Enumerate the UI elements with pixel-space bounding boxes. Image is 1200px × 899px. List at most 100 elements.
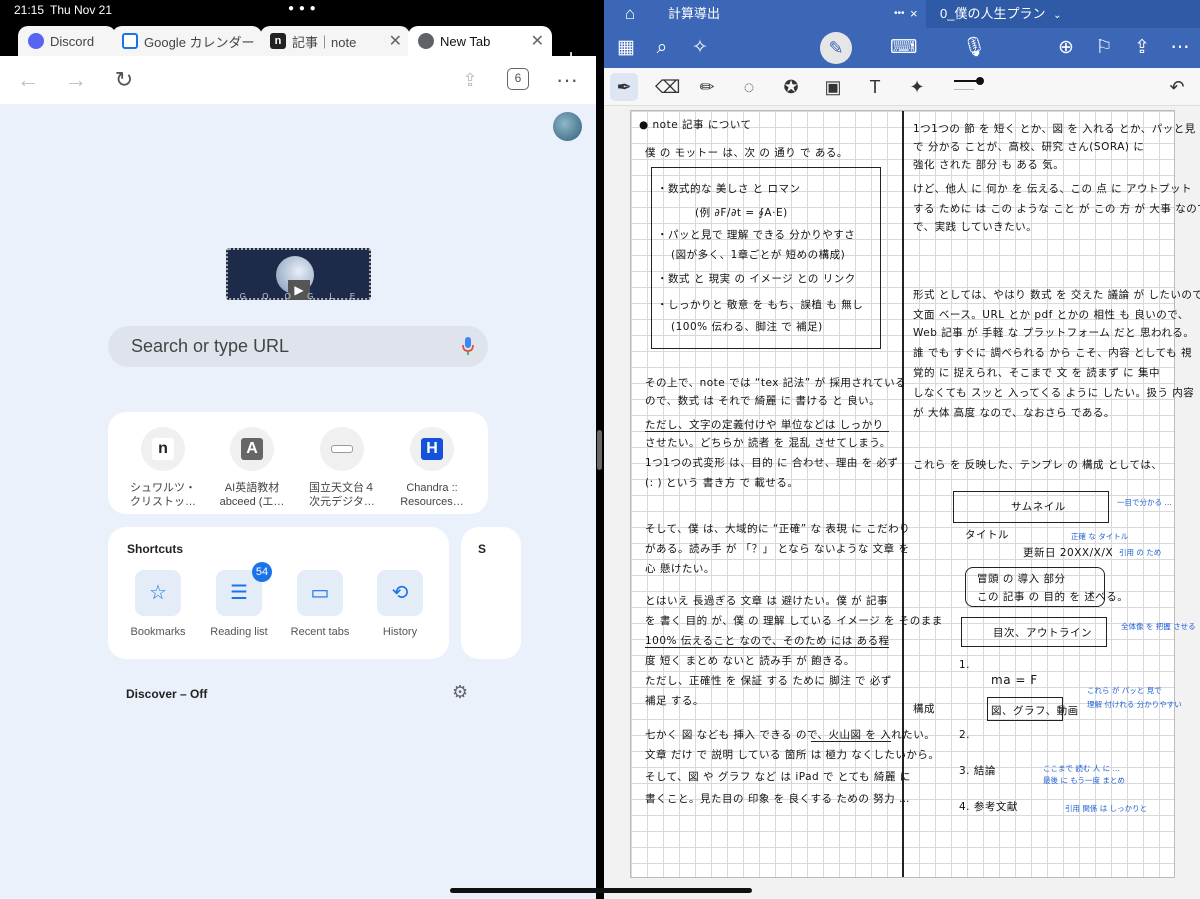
handwriting-line: (100% 伝わる、脚注 で 補足) — [671, 321, 823, 333]
handwriting-line: 形式 としては、やはり 数式 を 交えた 議論 が したいので、 — [913, 289, 1200, 301]
tab-title: 記事｜note — [292, 34, 357, 50]
blue-annotation: 引用 の ため — [1119, 548, 1162, 557]
gear-icon[interactable]: ⚙ — [452, 682, 468, 703]
tile-abceed[interactable]: A AI英語教材 abceed (エ… — [212, 427, 292, 509]
divider-handle[interactable] — [597, 430, 602, 470]
handwriting-line: しなくても スッと 入ってくる ように したい。扱う 内容 — [913, 387, 1195, 399]
handwriting-line: 1. — [959, 659, 971, 671]
split-view-divider[interactable] — [596, 0, 604, 899]
multitask-dots-icon[interactable]: ● ● ● — [288, 3, 317, 14]
handwriting-line: 文章 だけ で 説明 している 箇所 は 極力 なくしたいから。 — [645, 749, 940, 761]
blue-annotation: これら が パッと 見で — [1087, 686, 1162, 695]
handwriting-line: 更新日 20XX/X/X — [1023, 547, 1114, 559]
history-icon: ⟲ — [377, 570, 423, 616]
pen-tool-icon[interactable]: ✒ — [610, 73, 638, 101]
text-box-icon[interactable]: T — [864, 76, 886, 98]
tab-title: New Tab — [440, 33, 491, 49]
microphone-icon[interactable] — [461, 336, 475, 356]
pen-color-swatch[interactable] — [976, 77, 984, 85]
eraser-icon[interactable]: ⌫ — [655, 76, 680, 98]
handwriting-line: 2. — [959, 729, 971, 741]
tile-icon: H — [410, 427, 454, 471]
stroke-thickness-alt[interactable] — [954, 89, 974, 90]
home-indicator[interactable] — [450, 888, 752, 893]
blue-annotation: 全体像 を 把握 させる — [1121, 622, 1196, 631]
ai-magic-icon[interactable]: ✧ — [688, 36, 712, 60]
tab-new-tab[interactable]: New Tab ✕ — [408, 26, 552, 56]
ipad-split-screen: 21:15 Thu Nov 21 ● ● ● Discord Google カレ… — [0, 0, 1200, 899]
bookmark-icon[interactable]: ⚐ — [1092, 36, 1116, 60]
tile-label: Chandra :: Resources… — [400, 482, 464, 508]
tab-note[interactable]: n 記事｜note ✕ — [260, 26, 410, 56]
doc-tab-calc[interactable]: 計算導出 ••• × — [654, 0, 924, 28]
shortcut-reading-list[interactable]: ☰ 54 Reading list — [197, 562, 281, 638]
tab-switcher-button[interactable]: 6 — [507, 68, 529, 90]
image-icon[interactable]: ▣ — [822, 76, 844, 98]
highlighter-icon[interactable]: ✏ — [696, 76, 718, 98]
blue-annotation: 一目で分かる … — [1117, 498, 1172, 507]
handwriting-line: Web 記事 が 手軽 な プラットフォーム だと 思われる。 — [913, 327, 1195, 339]
browser-toolbar: ← → ↻ ⇪ 6 ··· — [0, 56, 596, 104]
handwriting-line: とはいえ 長過ぎる 文章 は 避けたい。僕 が 記事 — [645, 595, 889, 607]
handwriting-line: 4. 参考文献 — [959, 801, 1018, 813]
drawing-tools-bar: ✒ ⌫ ✏ ◌ ✪ ▣ T ✦ ↶ — [604, 68, 1200, 106]
tile-naoj[interactable]: 国立天文台４ 次元デジタ… — [302, 427, 382, 509]
safety-check-card[interactable]: S — [461, 527, 521, 659]
undo-icon[interactable]: ↶ — [1166, 76, 1188, 98]
underline — [645, 431, 889, 432]
search-input[interactable]: Search or type URL — [108, 326, 488, 367]
handwriting-line: その上で、note では “tex 記法” が 採用されている — [645, 377, 907, 389]
more-menu-icon[interactable]: ··· — [551, 64, 583, 96]
close-tab-icon[interactable]: ✕ — [389, 31, 402, 51]
google-doodle[interactable]: ▶ G O O G L E — [226, 248, 371, 301]
shortcut-history[interactable]: ⟲ History — [358, 570, 442, 638]
tile-chandra[interactable]: H Chandra :: Resources… — [392, 427, 472, 509]
doc-tab-title: 0_僕の人生プラン — [940, 6, 1046, 21]
chevron-down-icon[interactable]: ⌄ — [1053, 10, 1061, 21]
tab-title: Google カレンダー — [144, 34, 255, 50]
shortcut-label: Bookmarks — [130, 626, 186, 638]
reload-icon[interactable]: ↻ — [108, 64, 140, 96]
handwriting-line: 心 懸けたい。 — [645, 563, 715, 575]
forward-arrow-icon[interactable]: → — [60, 64, 92, 96]
back-arrow-icon[interactable]: ← — [12, 64, 44, 96]
handwriting-line: ● note 記事 について — [639, 119, 752, 131]
goodnotes-window: ⌂ 計算導出 ••• × 0_僕の人生プラン ⌄ ▦ ⌕ ✧ ✎ ⌨ 🎙 ⊕ ⚐… — [604, 0, 1200, 899]
laser-pointer-icon[interactable]: ✦ — [906, 76, 928, 98]
tab-title: Discord — [50, 33, 95, 49]
lasso-icon[interactable]: ◌ — [738, 76, 760, 98]
close-tab-icon[interactable]: × — [910, 0, 918, 28]
tile-label: シュワルツ・ クリストッ… — [130, 482, 196, 508]
tile-schwarz[interactable]: n シュワルツ・ クリストッ… — [123, 427, 203, 509]
blue-annotation: 正確 な タイトル — [1071, 532, 1129, 541]
account-avatar[interactable] — [553, 112, 582, 141]
keyboard-icon[interactable]: ⌨ — [890, 36, 917, 60]
more-menu-icon[interactable]: ⋯ — [1168, 36, 1192, 60]
share-icon[interactable]: ⇪ — [1130, 36, 1154, 60]
status-bar: 21:15 Thu Nov 21 ● ● ● — [0, 0, 596, 20]
add-page-icon[interactable]: ⊕ — [1054, 36, 1078, 60]
home-icon[interactable]: ⌂ — [618, 2, 642, 26]
tab-dots-icon[interactable]: ••• — [894, 0, 905, 28]
doc-tab-life-plan[interactable]: 0_僕の人生プラン ⌄ — [926, 0, 1200, 28]
tile-label: 国立天文台４ 次元デジタ… — [309, 482, 375, 508]
handwriting-line: する ために は この ような こと が この 方 が 大事 なので、 — [913, 203, 1200, 215]
handwriting-line: ・数式 と 現実 の イメージ との リンク — [657, 273, 856, 285]
tile-label: AI英語教材 abceed (エ… — [219, 482, 285, 508]
shortcut-recent-tabs[interactable]: ▭ Recent tabs — [278, 570, 362, 638]
handwriting-line: 僕 の モットー は、次 の 通り で ある。 — [645, 147, 848, 159]
grid-view-icon[interactable]: ▦ — [614, 36, 638, 60]
shapes-icon[interactable]: ✪ — [780, 76, 802, 98]
pen-mode-button[interactable]: ✎ — [820, 32, 852, 64]
share-icon[interactable]: ⇪ — [454, 64, 486, 96]
tab-discord[interactable]: Discord — [18, 26, 116, 56]
underline — [645, 647, 889, 648]
note-icon: n — [152, 438, 174, 460]
microphone-icon[interactable]: 🎙 — [962, 36, 986, 60]
tab-google-calendar[interactable]: Google カレンダー — [112, 26, 262, 56]
shortcut-bookmarks[interactable]: ☆ Bookmarks — [116, 570, 200, 638]
note-page[interactable]: ● note 記事 について 僕 の モットー は、次 の 通り で ある。 ・… — [630, 110, 1200, 878]
search-icon[interactable]: ⌕ — [650, 36, 674, 60]
close-tab-icon[interactable]: ✕ — [531, 31, 544, 51]
handwriting-line: で 分かる ことが、高校、研究 さん(SORA) に — [913, 141, 1145, 153]
